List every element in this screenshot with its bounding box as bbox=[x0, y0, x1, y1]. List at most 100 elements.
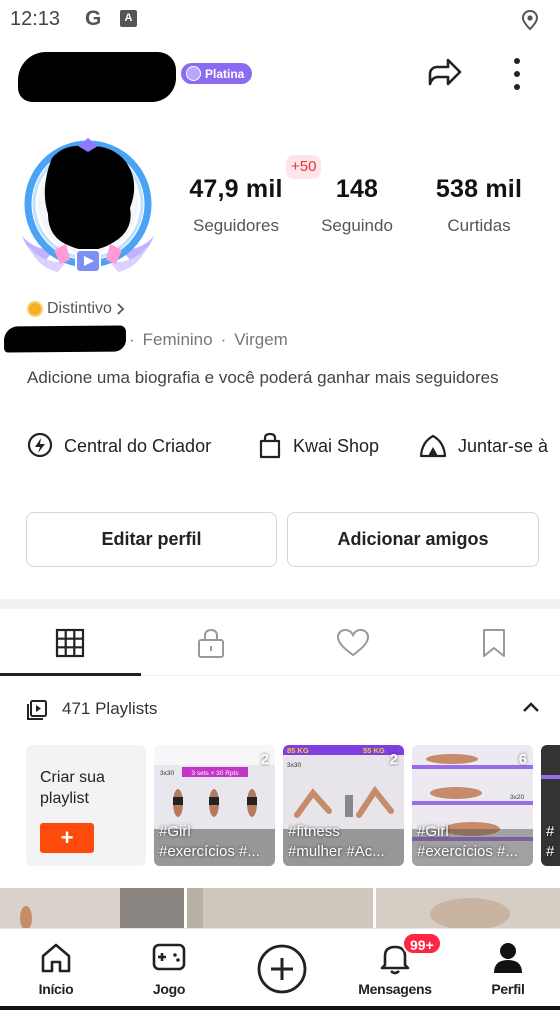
playlist-card[interactable]: 3x20 6 #Girl #exercícios #... bbox=[412, 745, 533, 866]
nav-label: Jogo bbox=[152, 981, 186, 997]
system-nav-bar bbox=[0, 1006, 560, 1010]
create-playlist-card[interactable]: Criar sua playlist + bbox=[26, 745, 146, 866]
playlist-tag: #fitness bbox=[288, 823, 340, 840]
bookmark-icon bbox=[483, 629, 505, 657]
chevron-right-icon bbox=[117, 303, 125, 315]
nav-create[interactable] bbox=[227, 929, 337, 1010]
nav-label: Início bbox=[38, 981, 74, 997]
playlist-tag: # bbox=[546, 843, 555, 860]
tier-icon bbox=[186, 66, 201, 81]
playlist-tag: #Girl bbox=[159, 823, 191, 840]
playlist-tags: # # bbox=[546, 822, 560, 862]
separator: · bbox=[220, 330, 227, 349]
thumb-weight-right: 55 KG bbox=[363, 746, 385, 755]
lightning-circle-icon bbox=[27, 432, 53, 458]
gamepad-icon bbox=[152, 943, 186, 971]
tab-liked[interactable] bbox=[283, 610, 423, 676]
following-label: Seguindo bbox=[321, 216, 393, 235]
likes-label: Curtidas bbox=[447, 216, 511, 235]
nav-game[interactable]: Jogo bbox=[114, 929, 224, 1010]
stat-following[interactable]: 148 Seguindo bbox=[308, 175, 406, 236]
more-options-icon[interactable] bbox=[502, 54, 532, 94]
share-icon[interactable] bbox=[424, 54, 464, 94]
heart-icon bbox=[336, 628, 370, 657]
lock-icon bbox=[198, 628, 224, 658]
tab-private[interactable] bbox=[141, 610, 281, 676]
status-bar: 12:13 G A bbox=[0, 0, 560, 40]
tab-saved[interactable] bbox=[424, 610, 560, 676]
playlist-video-count: 2 bbox=[389, 751, 398, 768]
playlists-count: 471 Playlists bbox=[62, 699, 158, 718]
followers-label: Seguidores bbox=[192, 216, 279, 235]
distintivo-link[interactable]: Distintivo bbox=[27, 300, 126, 318]
playlist-tag: #exercícios #... bbox=[159, 843, 260, 860]
edit-profile-button[interactable]: Editar perfil bbox=[26, 512, 277, 567]
location-icon bbox=[521, 9, 539, 31]
shortcut-label: Kwai Shop bbox=[293, 435, 380, 456]
shortcut-kwai-shop[interactable]: Kwai Shop bbox=[257, 432, 379, 460]
username-redacted bbox=[18, 52, 176, 102]
playlist-tags: #fitness #mulher #Ac... bbox=[288, 822, 402, 862]
bottom-navigation: Início Jogo Mensagens Perfil bbox=[0, 928, 560, 1010]
shortcuts-row: Central do Criador Kwai Shop Juntar-se à bbox=[0, 432, 560, 474]
bio-text[interactable]: Adicione uma biografia e você poderá gan… bbox=[27, 367, 507, 389]
active-tab-indicator bbox=[0, 673, 141, 676]
video-grid-preview[interactable] bbox=[0, 888, 560, 928]
person-icon bbox=[494, 943, 522, 973]
tier-badge-label: Platina bbox=[205, 66, 245, 81]
nav-home[interactable]: Início bbox=[1, 929, 111, 1010]
playlists-carousel: Criar sua playlist + 3 sets × 30 Rpts 3x… bbox=[0, 745, 560, 867]
sign-label: Virgem bbox=[234, 330, 288, 349]
shortcut-join[interactable]: Juntar-se à bbox=[418, 432, 548, 460]
home-icon bbox=[41, 943, 71, 973]
thumb-weight-left: 85 KG bbox=[287, 746, 309, 755]
shortcut-creator-center[interactable]: Central do Criador bbox=[26, 432, 211, 460]
playlist-tag: #Girl bbox=[417, 823, 449, 840]
playlist-tags: #Girl #exercícios #... bbox=[159, 822, 273, 862]
status-time: 12:13 bbox=[10, 8, 61, 30]
playlist-tags: #Girl #exercícios #... bbox=[417, 822, 531, 862]
avatar[interactable] bbox=[14, 138, 162, 280]
playlist-icon bbox=[27, 700, 47, 720]
thumb-reps-text: 3x30 bbox=[160, 770, 174, 777]
notifications-badge: 99+ bbox=[402, 932, 442, 955]
nav-profile[interactable]: Perfil bbox=[453, 929, 560, 1010]
shortcut-label: Juntar-se à bbox=[458, 435, 549, 456]
playlist-tag: #exercícios #... bbox=[417, 843, 518, 860]
distintivo-label: Distintivo bbox=[47, 300, 112, 317]
nav-label: Perfil bbox=[491, 981, 525, 997]
shortcut-label: Central do Criador bbox=[64, 435, 212, 456]
tab-grid[interactable] bbox=[0, 610, 140, 676]
thumb-banner-text: 3 sets × 30 Rpts bbox=[191, 770, 239, 777]
add-circle-icon bbox=[257, 944, 307, 994]
following-count: 148 bbox=[335, 175, 379, 203]
playlist-card[interactable]: 3 sets × 30 Rpts 3x30 2 #Girl #exercício… bbox=[154, 745, 275, 866]
playlist-video-count: 2 bbox=[260, 751, 269, 768]
nav-label: Mensagens bbox=[358, 981, 432, 997]
chevron-up-icon[interactable] bbox=[522, 701, 540, 713]
create-playlist-label: Criar sua playlist bbox=[40, 769, 105, 807]
stat-followers[interactable]: 47,9 mil Seguidores bbox=[182, 175, 290, 236]
font-a-icon: A bbox=[120, 10, 137, 27]
playlist-card[interactable]: # # bbox=[541, 745, 560, 866]
playlist-card[interactable]: 85 KG 55 KG 3x30 2 #fitness #mulher #Ac.… bbox=[283, 745, 404, 866]
google-icon: G bbox=[85, 7, 102, 30]
likes-count: 538 mil bbox=[435, 175, 523, 203]
profile-info: · Feminino · Virgem bbox=[129, 330, 288, 350]
playlist-tag: #mulher #Ac... bbox=[288, 843, 385, 860]
section-divider bbox=[0, 599, 560, 609]
content-tabs bbox=[0, 610, 560, 676]
info-redacted bbox=[3, 325, 127, 353]
add-friends-button[interactable]: Adicionar amigos bbox=[287, 512, 539, 567]
create-playlist-button[interactable]: + bbox=[40, 823, 94, 853]
thumb-reps-text: 3x20 bbox=[510, 794, 524, 801]
tier-badge[interactable]: Platina bbox=[181, 63, 253, 84]
playlists-header[interactable]: 471 Playlists bbox=[0, 695, 560, 725]
shopping-bag-icon bbox=[259, 432, 281, 459]
stat-likes[interactable]: 538 mil Curtidas bbox=[423, 175, 535, 236]
tent-icon bbox=[419, 434, 447, 458]
grid-icon bbox=[55, 628, 85, 658]
playlist-video-count: 6 bbox=[518, 751, 527, 768]
playlist-tag: # bbox=[546, 823, 555, 840]
separator: · bbox=[129, 330, 135, 349]
